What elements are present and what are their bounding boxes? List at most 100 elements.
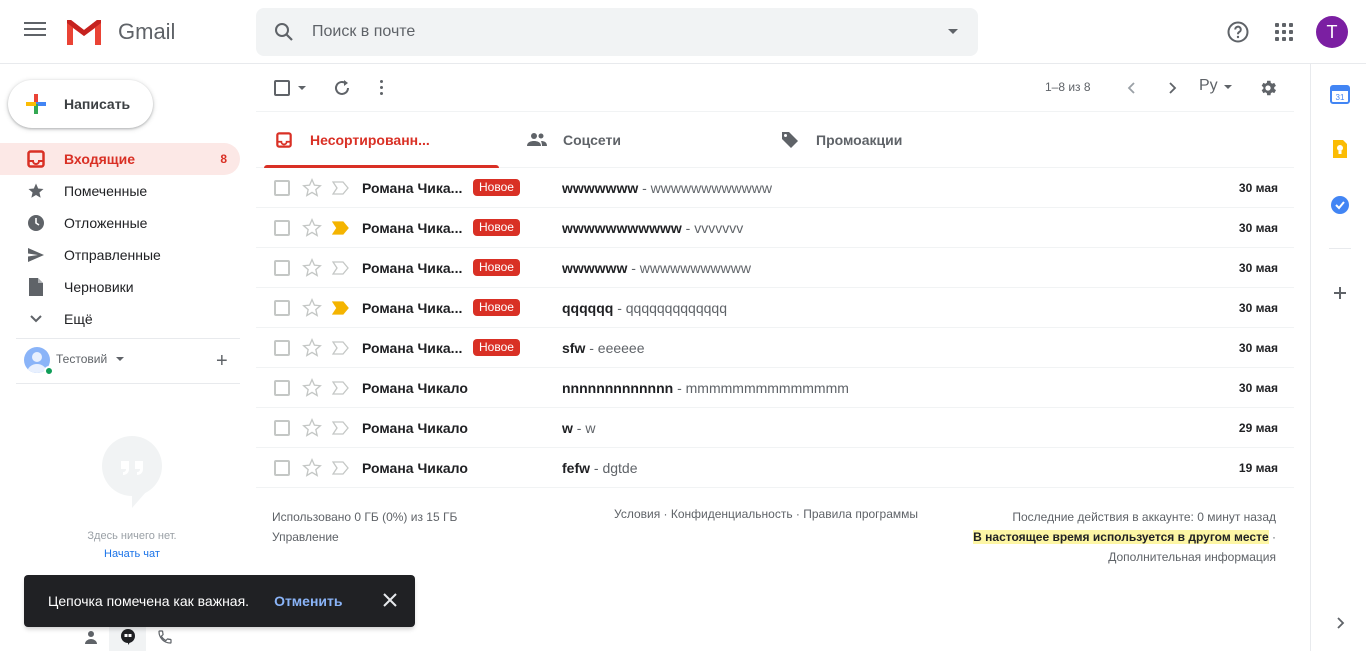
- important-marker-icon[interactable]: [332, 301, 350, 315]
- star-icon[interactable]: [302, 378, 322, 398]
- details-link[interactable]: Дополнительная информация: [973, 547, 1276, 567]
- footer-links[interactable]: Условия · Конфиденциальность · Правила п…: [614, 507, 918, 521]
- email-subject-line: wwwwwww - wwwwwwwwwwww: [562, 180, 772, 196]
- important-marker-icon[interactable]: [332, 341, 350, 355]
- input-language-button[interactable]: Ру: [1199, 77, 1218, 95]
- search-options-icon[interactable]: [948, 29, 958, 34]
- email-row[interactable]: Романа Чика... Новое wwwwwww - wwwwwwwwwww…: [256, 168, 1294, 208]
- star-icon[interactable]: [302, 418, 322, 438]
- compose-button[interactable]: Написать: [8, 80, 153, 128]
- row-checkbox[interactable]: [274, 180, 290, 196]
- sidebar-item-drafts[interactable]: Черновики: [0, 271, 240, 303]
- compose-label: Написать: [64, 96, 131, 112]
- hangouts-user[interactable]: Тестовий +: [16, 338, 240, 384]
- caret-down-icon[interactable]: [116, 357, 124, 361]
- tasks-icon[interactable]: [1330, 195, 1350, 215]
- email-subject: sfw: [562, 340, 586, 356]
- email-row[interactable]: Романа Чика... Новое wwwwww - wwwwwwwwwww 3…: [256, 248, 1294, 288]
- help-icon[interactable]: [1226, 20, 1250, 44]
- email-subject-line: w - w: [562, 420, 595, 436]
- calendar-icon[interactable]: 31: [1330, 84, 1350, 104]
- more-options-icon[interactable]: [380, 80, 383, 95]
- important-marker-icon[interactable]: [332, 421, 350, 435]
- add-contact-icon[interactable]: +: [216, 351, 228, 371]
- email-snippet: - dgtde: [590, 460, 638, 476]
- email-date: 30 мая: [1238, 381, 1278, 395]
- email-row[interactable]: Романа Чикало fefw - dgtde 19 мая: [256, 448, 1294, 488]
- email-snippet: - eeeeee: [585, 340, 645, 356]
- main-menu-icon[interactable]: [24, 22, 46, 40]
- chevron-right-icon[interactable]: [1166, 80, 1178, 96]
- star-icon: [26, 181, 46, 201]
- manage-storage-link[interactable]: Управление: [272, 527, 457, 547]
- star-icon[interactable]: [302, 298, 322, 318]
- side-panel: 31: [1310, 64, 1366, 651]
- row-checkbox[interactable]: [274, 260, 290, 276]
- email-subject: qqqqqq: [562, 300, 614, 316]
- inbox-icon: [26, 149, 46, 169]
- gmail-logo[interactable]: Gmail: [64, 16, 175, 48]
- email-snippet: - wwwwwwwwwwww: [638, 180, 772, 196]
- star-icon[interactable]: [302, 258, 322, 278]
- storage-usage: Использовано 0 ГБ (0%) из 15 ГБ: [272, 510, 458, 524]
- pagination-text: 1–8 из 8: [1045, 80, 1091, 94]
- select-all-checkbox[interactable]: [274, 80, 290, 96]
- new-badge: Новое: [473, 299, 520, 316]
- undo-button[interactable]: Отменить: [274, 593, 342, 609]
- email-row[interactable]: Романа Чикало nnnnnnnnnnnnn - mmmmmmmmmmm…: [256, 368, 1294, 408]
- email-sender: Романа Чика...: [362, 220, 463, 236]
- email-subject: wwwwww: [562, 260, 628, 276]
- sidebar-item-snoozed[interactable]: Отложенные: [0, 207, 240, 239]
- row-checkbox[interactable]: [274, 300, 290, 316]
- important-marker-icon[interactable]: [332, 261, 350, 275]
- select-menu-icon[interactable]: [298, 86, 306, 90]
- gear-icon[interactable]: [1258, 78, 1278, 98]
- important-marker-icon[interactable]: [332, 181, 350, 195]
- sidebar-item-inbox[interactable]: Входящие 8: [0, 143, 240, 175]
- row-checkbox[interactable]: [274, 420, 290, 436]
- important-marker-icon[interactable]: [332, 221, 350, 235]
- star-icon[interactable]: [302, 458, 322, 478]
- tab-promotions[interactable]: Промоакции: [762, 112, 1015, 168]
- email-date: 29 мая: [1238, 421, 1278, 435]
- sidebar-item-label: Ещё: [64, 311, 93, 327]
- refresh-icon[interactable]: [332, 78, 352, 98]
- search-icon[interactable]: [272, 20, 296, 44]
- tag-icon: [780, 130, 800, 150]
- start-chat-link[interactable]: Начать чат: [0, 548, 264, 560]
- caret-down-icon[interactable]: [1224, 85, 1232, 89]
- close-icon[interactable]: [383, 593, 397, 607]
- star-icon[interactable]: [302, 338, 322, 358]
- chevron-left-icon[interactable]: [1126, 80, 1138, 96]
- apps-grid-icon[interactable]: [1275, 23, 1293, 41]
- star-icon[interactable]: [302, 178, 322, 198]
- star-icon[interactable]: [302, 218, 322, 238]
- email-sender: Романа Чика...: [362, 340, 463, 356]
- important-marker-icon[interactable]: [332, 381, 350, 395]
- row-checkbox[interactable]: [274, 460, 290, 476]
- row-checkbox[interactable]: [274, 220, 290, 236]
- row-checkbox[interactable]: [274, 340, 290, 356]
- email-snippet: - qqqqqqqqqqqqq: [613, 300, 727, 316]
- online-status-icon: [44, 366, 54, 376]
- email-row[interactable]: Романа Чика... Новое wwwwwwwwwww - vvvvvvv…: [256, 208, 1294, 248]
- top-bar: Gmail Т: [0, 0, 1366, 64]
- email-row[interactable]: Романа Чикало w - w 29 мая: [256, 408, 1294, 448]
- sidebar-item-starred[interactable]: Помеченные: [0, 175, 240, 207]
- search-input[interactable]: [312, 8, 912, 56]
- row-checkbox[interactable]: [274, 380, 290, 396]
- important-marker-icon[interactable]: [332, 461, 350, 475]
- email-sender: Романа Чикало: [362, 380, 468, 396]
- keep-icon[interactable]: [1330, 139, 1350, 159]
- sidebar-item-more[interactable]: Ещё: [0, 303, 240, 335]
- tab-social[interactable]: Соцсети: [509, 112, 762, 168]
- chevron-right-icon[interactable]: [1330, 613, 1350, 633]
- tab-primary[interactable]: Несортированн...: [256, 112, 509, 168]
- account-avatar[interactable]: Т: [1316, 16, 1348, 48]
- email-subject-line: sfw - eeeeee: [562, 340, 645, 356]
- email-row[interactable]: Романа Чика... Новое qqqqqq - qqqqqqqqqqqq…: [256, 288, 1294, 328]
- sidebar-item-sent[interactable]: Отправленные: [0, 239, 240, 271]
- email-row[interactable]: Романа Чика... Новое sfw - eeeeee 30 мая: [256, 328, 1294, 368]
- sidebar-item-label: Отправленные: [64, 247, 161, 263]
- add-addon-icon[interactable]: [1330, 283, 1350, 303]
